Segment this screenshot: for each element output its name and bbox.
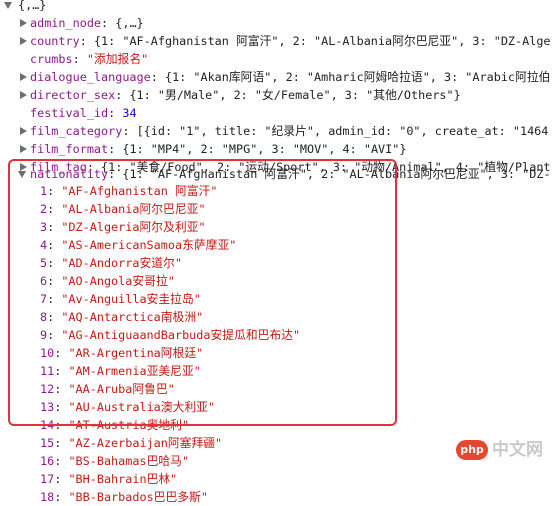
prop-key: film_category [30, 124, 123, 138]
prop-key: dialogue_language [30, 70, 151, 84]
tree-row-crumbs: crumbs: "添加报名" [30, 52, 149, 66]
tree-root-label: {,…} [18, 0, 47, 12]
tree-row-film-category[interactable]: film_category: [{id: "1", title: "纪录片", … [0, 122, 554, 140]
collapse-triangle-icon[interactable] [20, 145, 27, 153]
prop-key: crumbs [30, 52, 73, 66]
php-badge: php [456, 440, 488, 460]
prop-value: {1: "Akan库阿语", 2: "Amharic阿姆哈拉语", 3: "Ar… [164, 70, 551, 84]
item-key: 17 [40, 472, 55, 486]
prop-value: [{id: "1", title: "纪录片", admin_id: "0", … [136, 124, 549, 138]
collapse-triangle-icon[interactable] [20, 19, 27, 27]
watermark-text: 中文网 [492, 440, 543, 460]
item-key: 18 [40, 490, 55, 504]
tree-row-admin-node[interactable]: admin_node: {,…} [0, 14, 554, 32]
collapse-triangle-icon[interactable] [20, 127, 27, 135]
item-key: 15 [40, 436, 55, 450]
prop-key: film_format [30, 142, 109, 156]
collapse-triangle-icon[interactable] [20, 91, 27, 99]
item-value: "BH-Bahrain巴林" [68, 472, 178, 486]
nationality-item-row: 18: "BB-Barbados巴巴多斯" [40, 490, 208, 504]
tree-row-film-format[interactable]: film_format: {1: "MP4", 2: "MPG", 3: "MO… [0, 140, 554, 158]
prop-value: {1: "MP4", 2: "MPG", 3: "MOV", 4: "AVI"} [122, 142, 407, 156]
expand-triangle-icon[interactable] [4, 2, 12, 9]
prop-value: "添加报名" [86, 52, 149, 66]
watermark-logo: php 中文网 [456, 438, 550, 462]
item-key: 16 [40, 454, 55, 468]
tree-row-country[interactable]: country: {1: "AF-Afghanistan 阿富汗", 2: "A… [0, 32, 554, 50]
prop-key: festival_id [30, 106, 109, 120]
prop-key: admin_node [30, 16, 102, 30]
prop-value: 34 [122, 106, 137, 120]
highlight-box [8, 159, 397, 426]
prop-value: {1: "AF-Afghanistan 阿富汗", 2: "AL-Albania… [93, 34, 551, 48]
prop-key: country [30, 34, 80, 48]
tree-row-director-sex[interactable]: director_sex: {1: "男/Male", 2: "女/Female… [0, 86, 554, 104]
tree-root-row[interactable]: {,…} [0, 0, 554, 14]
item-value: "AZ-Azerbaijan阿塞拜疆" [68, 436, 223, 450]
collapse-triangle-icon[interactable] [20, 73, 27, 81]
prop-key: director_sex [30, 88, 116, 102]
item-value: "BS-Bahamas巴哈马" [68, 454, 190, 468]
prop-value: {1: "男/Male", 2: "女/Female", 3: "其他/Othe… [129, 88, 461, 102]
prop-value: {,…} [115, 16, 144, 30]
item-value: "BB-Barbados巴巴多斯" [68, 490, 208, 504]
nationality-item-row: 17: "BH-Bahrain巴林" [40, 472, 178, 486]
collapse-triangle-icon[interactable] [20, 37, 27, 45]
tree-row-festival-id: festival_id: 34 [30, 106, 137, 120]
tree-row-dialogue-language[interactable]: dialogue_language: {1: "Akan库阿语", 2: "Am… [0, 68, 554, 86]
